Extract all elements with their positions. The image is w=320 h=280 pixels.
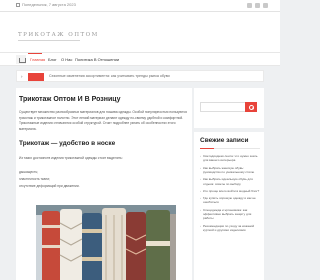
knitwear-image: [36, 205, 176, 280]
news-ticker: › Сезонные изменения ассортимента: как у…: [16, 70, 264, 82]
widget-title-underline: [200, 147, 260, 149]
social-icon-2[interactable]: [255, 3, 260, 8]
home-icon[interactable]: [16, 55, 26, 64]
recent-post-link[interactable]: Где купить хорошую одежду и как не ошиби…: [200, 196, 262, 205]
date-display: Понедельник, 7 августа 2023: [16, 2, 76, 7]
nav-active-indicator: [28, 53, 42, 55]
list-item: отсутствие деформаций при движении.: [19, 184, 80, 188]
article-title: Трикотаж Оптом И В Розницу: [19, 96, 121, 103]
recent-post-link[interactable]: Кто проще всего войти в модный блог?: [200, 189, 262, 194]
recent-post-link[interactable]: Спецодежда и эргономика: как эффективно …: [200, 208, 262, 221]
recent-posts-title: Свежие записи: [200, 137, 249, 144]
nav-item-policy[interactable]: Политика В Отношении: [75, 57, 119, 62]
calendar-icon: [16, 2, 20, 7]
benefits-list: дышащесть; эластичность ткани; отсутстви…: [19, 170, 80, 191]
ticker-text[interactable]: Сезонные изменения ассортимента: как учи…: [49, 74, 170, 78]
top-bar: Понедельник, 7 августа 2023: [0, 0, 280, 12]
main-nav: Главная Блог О Нас Политика В Отношении: [0, 52, 280, 66]
site-title[interactable]: ТРИКОТАЖ ОПТОМ: [18, 32, 99, 38]
section-lead: Из таких достоинств изделия трикотажной …: [19, 156, 123, 160]
list-item: эластичность ткани;: [19, 177, 50, 181]
article-intro: Существует множество разнообразных матер…: [19, 110, 187, 131]
knitwear-photo: [36, 205, 176, 280]
search-button[interactable]: [245, 102, 257, 112]
title-underline: [18, 40, 80, 41]
article: Трикотаж Оптом И В Розницу Существует мн…: [16, 88, 192, 280]
search-input[interactable]: [200, 102, 246, 112]
sidebar: Свежие записи Светодиодная лента: что ну…: [194, 88, 264, 280]
recent-post-link[interactable]: Как выбрать идеальную обувь для отдыха: …: [200, 177, 262, 186]
search-widget: [194, 88, 264, 128]
list-item: дышащесть;: [19, 170, 39, 174]
section-title: Трикотаж — удобство в носке: [19, 140, 116, 147]
current-date: Понедельник, 7 августа 2023: [22, 2, 76, 7]
recent-post-link[interactable]: Светодиодная лента: что нужно знать для …: [200, 154, 262, 163]
site-header: ТРИКОТАЖ ОПТОМ: [0, 12, 280, 52]
nav-item-blog[interactable]: Блог: [48, 57, 57, 62]
nav-item-home[interactable]: Главная: [30, 57, 45, 62]
recent-post-link[interactable]: Как выбрать женскую обувь: руководство п…: [200, 166, 262, 175]
social-icon-1[interactable]: [247, 3, 252, 8]
nav-item-about[interactable]: О Нас: [61, 57, 72, 62]
social-links: [247, 3, 268, 8]
ticker-badge: [28, 72, 44, 81]
recent-posts-widget: Свежие записи Светодиодная лента: что ну…: [194, 132, 264, 280]
recent-posts-list: Светодиодная лента: что нужно знать для …: [200, 154, 262, 235]
recent-post-link[interactable]: Рекомендации по уходу за кожаной курткой…: [200, 224, 262, 233]
chevron-right-icon[interactable]: ›: [21, 74, 23, 79]
social-icon-3[interactable]: [263, 3, 268, 8]
